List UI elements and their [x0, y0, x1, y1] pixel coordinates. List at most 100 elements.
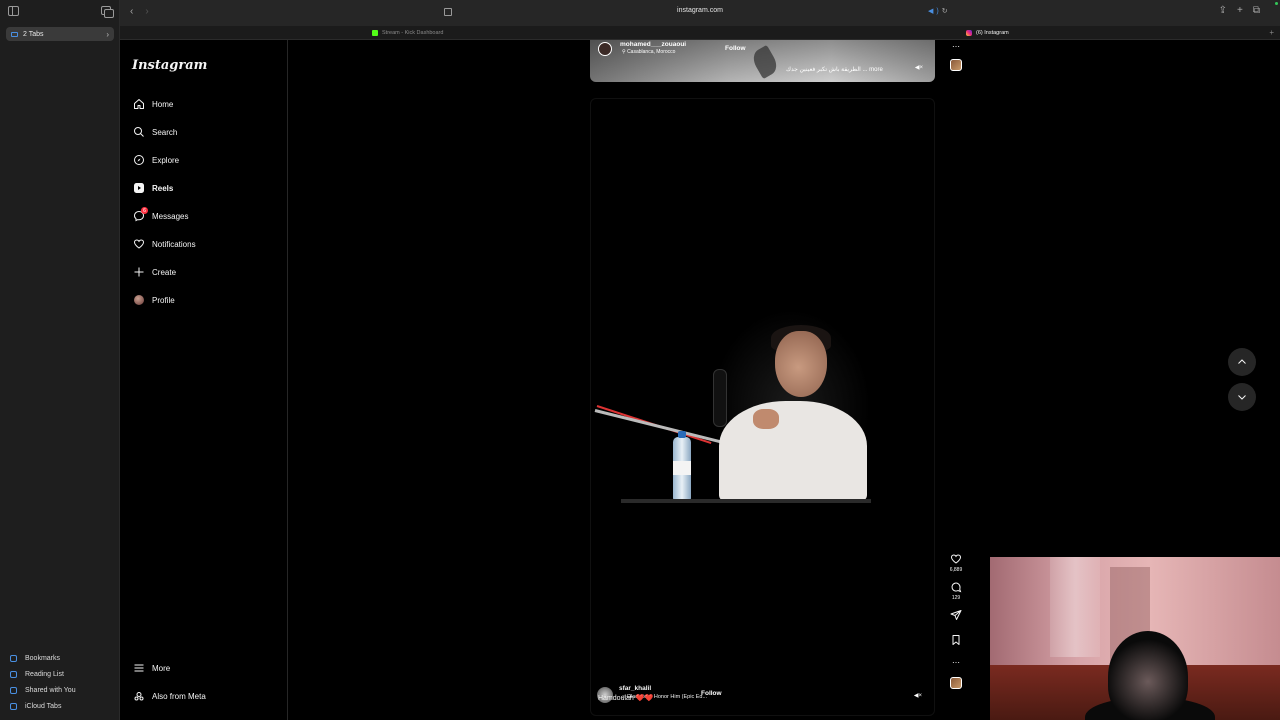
home-icon	[132, 97, 146, 111]
sidebar-item-label: Bookmarks	[25, 654, 61, 662]
nav-item-label: Profile	[152, 295, 175, 305]
address-bar[interactable]: instagram.com	[620, 7, 780, 14]
nav-item-explore[interactable]: Explore	[132, 152, 179, 168]
nav-item-label: Home	[152, 99, 174, 109]
follow-button[interactable]: Follow	[701, 690, 722, 697]
tab-overview-icon[interactable]: ⧉	[1253, 5, 1270, 16]
nav-item-messages[interactable]: 6 Messages	[132, 207, 189, 224]
nav-item-notifications[interactable]: Notifications	[132, 236, 196, 252]
reel-actions: 6,889 129 ⋯	[945, 553, 967, 689]
audio-thumbnail[interactable]	[945, 59, 967, 71]
mute-icon[interactable]: ◀×	[914, 692, 922, 699]
instagram-favicon-icon	[966, 30, 972, 36]
reel-author-username[interactable]: sfar_khalil	[619, 685, 651, 692]
safari-sidebar: 2 Tabs › Bookmarks Reading List Shared w…	[0, 0, 120, 720]
reel-caption[interactable]: Hamdoulah ❤️❤️	[598, 694, 653, 702]
person-shirt	[719, 401, 867, 501]
sidebar-bottom-list: Bookmarks Reading List Shared with You i…	[10, 650, 76, 714]
tab-kick[interactable]: Stream - Kick Dashboard	[372, 26, 443, 40]
reel-previous[interactable]: mohamed___zouaoui ⚲ Casablanca, Morocco …	[590, 40, 935, 82]
follow-button[interactable]: Follow	[725, 45, 746, 52]
back-icon[interactable]: ‹	[130, 6, 133, 17]
instagram-sidebar: Instagram Home Search Explore Reels 6 Me…	[120, 40, 288, 720]
sidebar-toggle-icon[interactable]	[8, 6, 19, 16]
webcam-curtain	[1050, 557, 1100, 657]
nav-item-more[interactable]: More	[132, 660, 170, 676]
speaker-icon[interactable]: ◀)	[928, 8, 942, 15]
reel-video[interactable]	[591, 309, 871, 503]
nav-item-home[interactable]: Home	[132, 96, 173, 112]
nav-item-create[interactable]: Create	[132, 264, 176, 280]
toolbar-right-icons: ⇪+⧉	[1219, 5, 1270, 16]
tab-instagram[interactable]: (6) Instagram	[966, 26, 1009, 40]
instagram-logo[interactable]: Instagram	[132, 58, 207, 73]
like-button[interactable]: 6,889	[945, 553, 967, 573]
menu-icon	[132, 661, 146, 675]
water-bottle	[673, 431, 691, 501]
nav-buttons: ‹ ›	[130, 6, 161, 17]
sidebar-item-shared-with-you[interactable]: Shared with You	[10, 682, 76, 698]
nav-item-search[interactable]: Search	[132, 124, 177, 140]
search-icon	[132, 125, 146, 139]
reel-current[interactable]: sfar_khalil ♫ Gladiator - Honor Him (Epi…	[590, 98, 935, 716]
tab-overview-icon[interactable]	[101, 6, 114, 18]
message-count-badge: 6	[141, 207, 148, 214]
previous-reel-button[interactable]	[1228, 348, 1256, 376]
bottle-label	[673, 461, 691, 475]
sidebar-top-icons	[8, 6, 114, 20]
comment-button[interactable]: 129	[945, 581, 967, 601]
reels-icon	[132, 181, 146, 195]
reel-caption-emoji: ❤️❤️	[635, 695, 654, 702]
reload-icon[interactable]: ↻	[942, 8, 951, 15]
reel-location: ⚲ Casablanca, Morocco	[622, 49, 676, 55]
previous-reel-actions: ⋯	[945, 42, 967, 71]
new-tab-icon[interactable]: +	[1269, 28, 1274, 37]
heart-icon	[950, 554, 962, 564]
address-bar-icons: ◀)↻	[928, 7, 951, 15]
nav-item-also-from-meta[interactable]: Also from Meta	[132, 688, 206, 704]
safari-toolbar: ‹ › instagram.com ◀)↻ ⇪+⧉	[120, 0, 1280, 26]
bookmark-icon	[10, 654, 17, 662]
tab-group-button[interactable]: 2 Tabs ›	[6, 27, 114, 41]
nav-item-reels[interactable]: Reels	[132, 180, 173, 196]
more-options-icon[interactable]: ⋯	[945, 42, 967, 51]
share-button[interactable]	[945, 609, 967, 621]
audio-thumbnail-image	[950, 677, 962, 689]
sidebar-item-bookmarks[interactable]: Bookmarks	[10, 650, 76, 666]
nav-item-label: Reels	[152, 183, 174, 193]
audio-thumbnail-image	[950, 59, 962, 71]
next-reel-button[interactable]	[1228, 383, 1256, 411]
person-hand	[753, 409, 779, 429]
reel-author-username[interactable]: mohamed___zouaoui	[620, 41, 686, 48]
reader-icon[interactable]	[444, 8, 452, 16]
reel-author-avatar[interactable]	[598, 42, 612, 56]
nav-item-label: Search	[152, 127, 178, 137]
plus-icon	[132, 265, 146, 279]
share-icon[interactable]: ⇪	[1219, 5, 1237, 16]
profile-avatar	[134, 295, 144, 305]
nav-item-profile[interactable]: Profile	[132, 292, 175, 308]
nav-item-label: Create	[152, 267, 177, 277]
mute-icon[interactable]: ◀×	[915, 64, 923, 71]
webcam-overlay	[990, 557, 1280, 720]
comment-icon	[951, 582, 962, 593]
messenger-icon: 6	[132, 207, 148, 223]
cloud-icon	[10, 702, 17, 710]
tab-label: Stream - Kick Dashboard	[382, 30, 444, 36]
new-tab-icon[interactable]: +	[1237, 5, 1253, 16]
sidebar-item-reading-list[interactable]: Reading List	[10, 666, 76, 682]
save-button[interactable]	[945, 634, 967, 646]
screen: 2 Tabs › Bookmarks Reading List Shared w…	[0, 0, 1280, 720]
chevron-down-icon	[1238, 395, 1246, 400]
forward-icon[interactable]: ›	[145, 6, 148, 17]
reel-caption-text: Hamdoulah	[598, 695, 634, 702]
avatar	[132, 293, 146, 307]
tab-strip: Stream - Kick Dashboard (6) Instagram +	[120, 26, 1280, 40]
sidebar-item-icloud-tabs[interactable]: iCloud Tabs	[10, 698, 76, 714]
nav-item-label: Also from Meta	[152, 691, 206, 701]
nav-item-label: Messages	[152, 211, 189, 221]
audio-thumbnail[interactable]	[945, 677, 967, 689]
chevron-right-icon: ›	[106, 29, 109, 39]
reel-caption[interactable]: الطريقة باش تكبر فعينين جدك ... more	[786, 66, 883, 73]
more-options-icon[interactable]: ⋯	[945, 658, 967, 667]
